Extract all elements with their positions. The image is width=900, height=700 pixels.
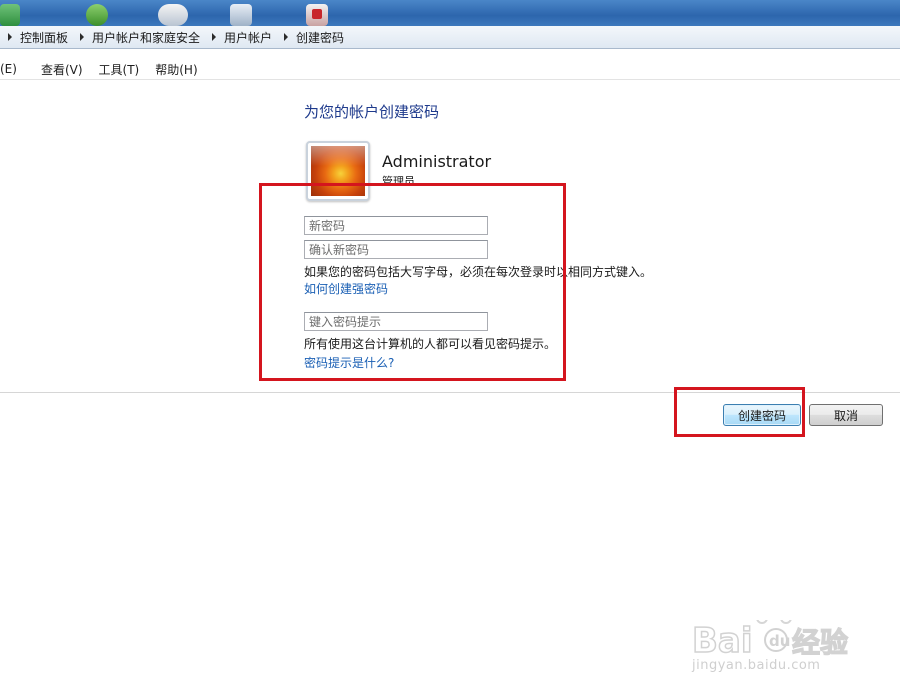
breadcrumb-item-create-password[interactable]: 创建密码 xyxy=(276,26,348,48)
avatar xyxy=(306,141,370,201)
desktop-app-icon[interactable] xyxy=(86,4,108,26)
desktop-icon-strip xyxy=(0,0,900,26)
breadcrumb-label: 用户帐户 xyxy=(224,30,273,45)
hint-visibility-notice: 所有使用这台计算机的人都可以看见密码提示。 xyxy=(304,337,557,351)
cancel-button[interactable]: 取消 xyxy=(809,404,883,426)
menu-tools[interactable]: 工具(T) xyxy=(91,61,148,78)
confirm-password-input[interactable] xyxy=(304,240,488,259)
create-password-window: 控制面板 用户帐户和家庭安全 用户帐户 创建密码 (E) 查看(V) 工具(T)… xyxy=(0,0,900,700)
breadcrumb-label: 用户帐户和家庭安全 xyxy=(92,30,201,45)
case-sensitivity-notice: 如果您的密码包括大写字母，必须在每次登录时以相同方式键入。 xyxy=(304,265,653,279)
user-name: Administrator xyxy=(382,152,492,171)
baidu-jingyan-watermark: Bai du 经验 jingyan.baidu.com xyxy=(692,600,882,690)
create-password-button[interactable]: 创建密码 xyxy=(723,404,801,426)
breadcrumb-item-control-panel[interactable]: 控制面板 xyxy=(0,26,72,48)
chevron-right-icon[interactable] xyxy=(212,33,217,41)
watermark-brand: Bai xyxy=(692,621,753,660)
breadcrumb-label: 创建密码 xyxy=(296,30,345,45)
menu-bar: (E) 查看(V) 工具(T) 帮助(H) xyxy=(0,59,900,79)
breadcrumb-item-user-accounts-family-safety[interactable]: 用户帐户和家庭安全 xyxy=(72,26,204,48)
breadcrumb-label: 控制面板 xyxy=(20,30,69,45)
baidu-logo-icon: Bai du 经验 xyxy=(692,620,849,660)
strong-password-link[interactable]: 如何创建强密码 xyxy=(304,280,388,297)
new-password-input[interactable] xyxy=(304,216,488,235)
password-hint-input[interactable] xyxy=(304,312,488,331)
breadcrumb: 控制面板 用户帐户和家庭安全 用户帐户 创建密码 xyxy=(0,26,900,49)
desktop-app-icon[interactable] xyxy=(230,4,252,26)
svg-text:du: du xyxy=(769,632,790,650)
menu-divider xyxy=(0,79,900,80)
desktop-app-icon[interactable] xyxy=(306,4,328,26)
flower-picture-icon xyxy=(311,146,365,196)
watermark-brand-tail: 经验 xyxy=(792,626,848,659)
chevron-right-icon[interactable] xyxy=(80,33,85,41)
watermark-url: jingyan.baidu.com xyxy=(692,658,821,673)
chevron-right-icon[interactable] xyxy=(284,33,289,41)
menu-help[interactable]: 帮助(H) xyxy=(147,61,205,78)
desktop-app-icon[interactable] xyxy=(0,4,20,26)
menu-edit[interactable]: (E) xyxy=(0,62,27,76)
user-role: 管理员 xyxy=(382,175,415,185)
menu-view[interactable]: 查看(V) xyxy=(27,61,91,78)
desktop-app-icon[interactable] xyxy=(158,4,188,26)
page-title: 为您的帐户创建密码 xyxy=(304,103,440,121)
footer-divider xyxy=(0,392,900,393)
password-hint-help-link[interactable]: 密码提示是什么? xyxy=(304,354,394,371)
chevron-right-icon[interactable] xyxy=(8,33,12,41)
breadcrumb-item-user-accounts[interactable]: 用户帐户 xyxy=(204,26,276,48)
